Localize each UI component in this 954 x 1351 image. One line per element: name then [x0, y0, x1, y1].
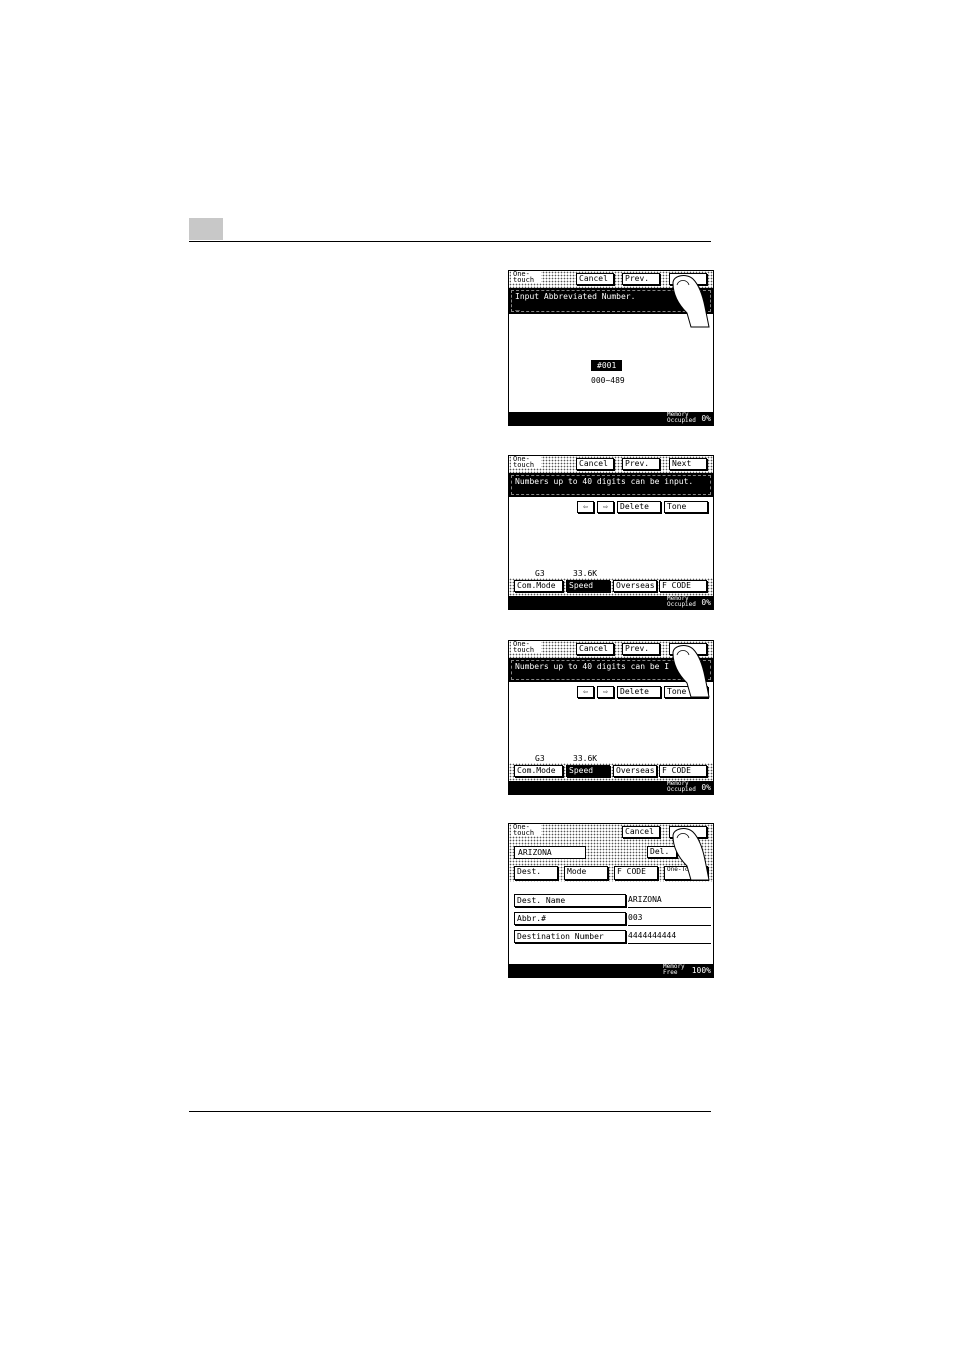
right-arrow-button[interactable]: ⇨ [597, 686, 614, 698]
tab-dest[interactable]: Dest. [514, 866, 558, 880]
com-mode-button[interactable]: Com.Mode [514, 580, 563, 592]
right-arrow-icon: ⇨ [603, 687, 608, 696]
memory-status: Memory Free 100% [509, 964, 713, 977]
left-arrow-icon: ⇦ [583, 502, 588, 511]
memory-value: 0% [701, 414, 711, 423]
tab-mode[interactable]: Mode [564, 866, 608, 880]
memory-value: 0% [701, 783, 711, 792]
finger-pointer-icon [672, 828, 710, 881]
overseas-button[interactable]: Overseas [613, 765, 657, 777]
tab-f-code[interactable]: F CODE [614, 866, 658, 880]
f-code-button[interactable]: F CODE [659, 765, 707, 777]
memory-label: Memory Occupied [667, 595, 696, 608]
abbr-number-value: 003 [628, 912, 711, 926]
memory-label: Memory Free [663, 963, 685, 976]
left-arrow-icon: ⇦ [583, 687, 588, 696]
finger-pointer-icon [672, 645, 710, 698]
delete-button[interactable]: Delete [617, 501, 661, 513]
header-rule [189, 241, 711, 242]
memory-status: Memory Occupied 0% [509, 596, 713, 609]
dest-name-value: ARIZONA [628, 894, 711, 908]
memory-label: Memory Occupied [667, 411, 696, 424]
one-touch-label: One-touch [511, 641, 541, 654]
memory-status: Memory Occupied 0% [509, 412, 713, 425]
memory-status: Memory Occupied 0% [509, 781, 713, 794]
com-mode-value: G3 [535, 569, 545, 578]
message-text: Numbers up to 40 digits can be input. [515, 477, 694, 486]
finger-pointer-icon [672, 275, 710, 328]
one-touch-label: One-touch [511, 271, 541, 284]
right-arrow-button[interactable]: ⇨ [597, 501, 614, 513]
overseas-button[interactable]: Overseas [613, 580, 657, 592]
com-mode-button[interactable]: Com.Mode [514, 765, 563, 777]
delete-button[interactable]: Delete [617, 686, 661, 698]
footer-rule [189, 1111, 711, 1112]
abbr-number-text: #001 [591, 360, 623, 371]
com-mode-value: G3 [535, 754, 545, 763]
prev-button[interactable]: Prev. [622, 643, 660, 655]
destination-number-field-button[interactable]: Destination Number [514, 930, 626, 943]
speed-value: 33.6K [573, 569, 598, 578]
right-arrow-icon: ⇨ [603, 502, 608, 511]
memory-label: Memory Occupied [667, 780, 696, 793]
speed-button[interactable]: Speed [566, 580, 610, 592]
prev-button[interactable]: Prev. [622, 273, 660, 285]
screen-number-entry: One-touch Cancel Prev. Next Numbers up t… [508, 455, 714, 610]
cancel-button[interactable]: Cancel [576, 458, 614, 470]
abbr-range: 000~489 [591, 376, 625, 385]
memory-value: 0% [701, 598, 711, 607]
screen-number-entry-next: One-touch Cancel Prev. Numbers up to 40 … [508, 640, 714, 795]
one-touch-label: One-touch [511, 456, 541, 469]
destination-number-value: 4444444444 [628, 930, 711, 944]
screen-one-touch-registration: One-touch Cancel ARIZONA Del. Dest. Mode… [508, 823, 714, 978]
page-tab-marker [189, 218, 223, 240]
left-arrow-button[interactable]: ⇦ [577, 501, 594, 513]
memory-value: 100% [691, 966, 711, 975]
cancel-button[interactable]: Cancel [576, 273, 614, 285]
next-button[interactable]: Next [669, 458, 707, 470]
dest-name-field-button[interactable]: Dest. Name [514, 894, 626, 907]
f-code-button[interactable]: F CODE [659, 580, 707, 592]
speed-button[interactable]: Speed [566, 765, 610, 777]
destination-name-box: ARIZONA [514, 846, 586, 859]
message-bar: Numbers up to 40 digits can be input. [509, 473, 713, 497]
speed-value: 33.6K [573, 754, 598, 763]
prev-button[interactable]: Prev. [622, 458, 660, 470]
one-touch-label: One-touch [511, 824, 541, 837]
abbr-number-value[interactable]: #001 [591, 360, 623, 371]
screen-abbreviated-number: One-touch Cancel Prev. Input Abbreviated… [508, 270, 714, 426]
tone-button[interactable]: Tone [664, 501, 708, 513]
cancel-button[interactable]: Cancel [622, 826, 660, 838]
abbr-number-field-button[interactable]: Abbr.# [514, 912, 626, 925]
left-arrow-button[interactable]: ⇦ [577, 686, 594, 698]
cancel-button[interactable]: Cancel [576, 643, 614, 655]
